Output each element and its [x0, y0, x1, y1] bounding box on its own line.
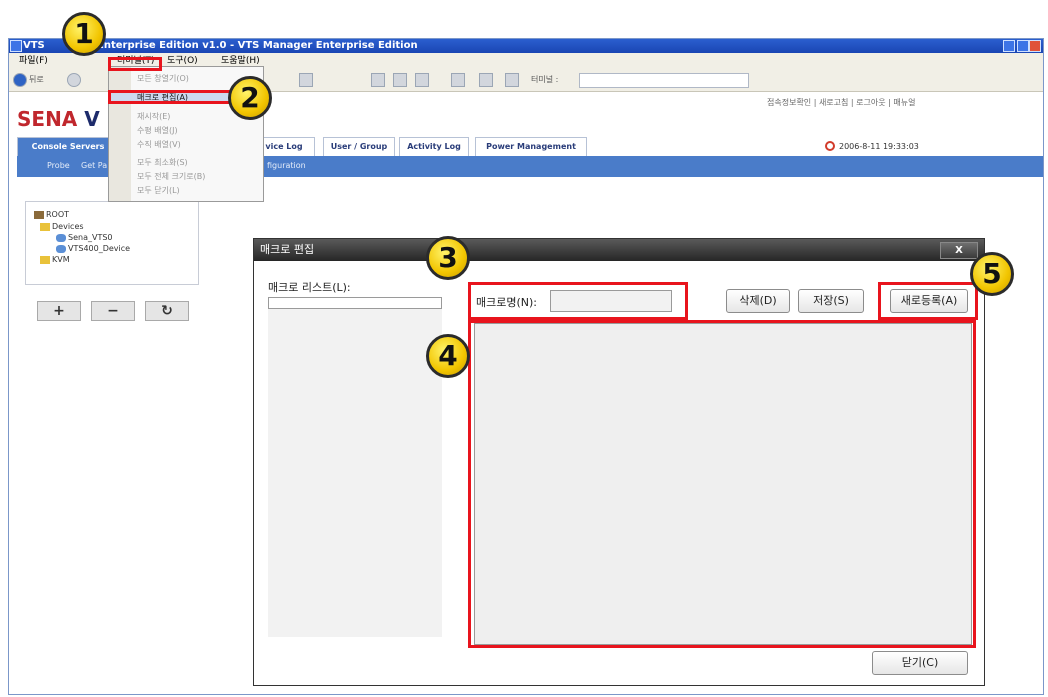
maximize-icon[interactable] [1017, 40, 1029, 52]
refresh-button[interactable]: ↻ [145, 301, 189, 321]
highlight-new-button [878, 282, 978, 320]
connect-icon[interactable] [451, 73, 465, 87]
sub-link-get[interactable]: Get Pa [81, 161, 107, 170]
sub-link-probe[interactable]: Probe [47, 161, 70, 170]
dialog-title-bar: 매크로 편집 X [254, 239, 984, 261]
tree-root[interactable]: ROOT [34, 210, 69, 219]
remove-button[interactable]: − [91, 301, 135, 321]
sub-link-configuration[interactable]: figuration [267, 161, 306, 170]
highlight-macro-name [468, 282, 688, 320]
device-icon [56, 233, 66, 242]
tab-user-group[interactable]: User / Group [323, 137, 395, 156]
device-icon [56, 244, 66, 253]
root-icon [34, 210, 44, 219]
highlight-terminal-menu [108, 57, 162, 71]
callout-2: 2 [228, 76, 272, 120]
device-tree: ROOT Devices Sena_VTS0 VTS400_Device KVM [25, 201, 199, 285]
tab-power-management[interactable]: Power Management [475, 137, 587, 156]
edit-icon[interactable] [299, 73, 313, 87]
menu-item-tile-vertical[interactable]: 수직 배열(V) [137, 139, 181, 150]
dialog-close-button[interactable]: X [940, 242, 978, 259]
terminal-label: 터미널 : [531, 75, 559, 84]
app-logo: SENA V [17, 107, 100, 131]
highlight-editor [468, 320, 976, 648]
menu-item-restart[interactable]: 재시작(E) [137, 111, 170, 122]
close-icon[interactable] [1029, 40, 1041, 52]
folder-icon [40, 222, 50, 231]
highlight-macro-edit-item [108, 90, 236, 104]
back-label[interactable]: 뒤로 [29, 73, 44, 87]
menu-file[interactable]: 파일(F) [19, 53, 48, 69]
tree-kvm[interactable]: KVM [40, 255, 70, 264]
app-icon [10, 40, 22, 52]
callout-4: 4 [426, 334, 470, 378]
menu-item-tile-horizontal[interactable]: 수평 배열(J) [137, 125, 178, 136]
export-icon[interactable] [505, 73, 519, 87]
macro-list-header [268, 297, 442, 309]
datetime: 2006-8-11 19:33:03 [839, 142, 919, 151]
callout-5: 5 [970, 252, 1014, 296]
layout-icon-2[interactable] [393, 73, 407, 87]
menu-icon-strip [109, 67, 131, 201]
dialog-close-footer-button[interactable]: 닫기(C) [872, 651, 968, 675]
title-bar: VTS Enterprise Edition v1.0 - VTS Manage… [9, 39, 1043, 53]
menu-item-close-all[interactable]: 모두 닫기(L) [137, 185, 180, 196]
tab-activity-log[interactable]: Activity Log [399, 137, 469, 156]
tree-devices[interactable]: Devices [40, 222, 84, 231]
menu-item-open-all[interactable]: 모든 창열기(O) [137, 73, 189, 84]
terminal-select[interactable] [579, 73, 749, 88]
forward-icon[interactable] [67, 73, 81, 87]
clock-icon [825, 141, 835, 151]
dialog-title: 매크로 편집 [260, 243, 315, 256]
back-icon[interactable] [13, 73, 27, 87]
tab-console-servers[interactable]: Console Servers [17, 137, 119, 156]
tree-device-2[interactable]: VTS400_Device [56, 244, 130, 253]
callout-1: 1 [62, 12, 106, 56]
save-button[interactable]: 저장(S) [798, 289, 864, 313]
macro-list-label: 매크로 리스트(L): [268, 281, 351, 294]
callout-3: 3 [426, 236, 470, 280]
minimize-icon[interactable] [1003, 40, 1015, 52]
add-button[interactable]: + [37, 301, 81, 321]
menu-item-restore-all[interactable]: 모두 전체 크기로(B) [137, 171, 205, 182]
transfer-icon[interactable] [479, 73, 493, 87]
top-links[interactable]: 접속정보확인 | 새로고침 | 로그아웃 | 매뉴얼 [767, 97, 915, 108]
layout-icon-3[interactable] [415, 73, 429, 87]
tree-device-1[interactable]: Sena_VTS0 [56, 233, 113, 242]
layout-icon-1[interactable] [371, 73, 385, 87]
macro-list[interactable] [268, 297, 442, 637]
delete-button[interactable]: 삭제(D) [726, 289, 790, 313]
menu-item-minimize-all[interactable]: 모두 최소화(S) [137, 157, 188, 168]
folder-icon [40, 255, 50, 264]
